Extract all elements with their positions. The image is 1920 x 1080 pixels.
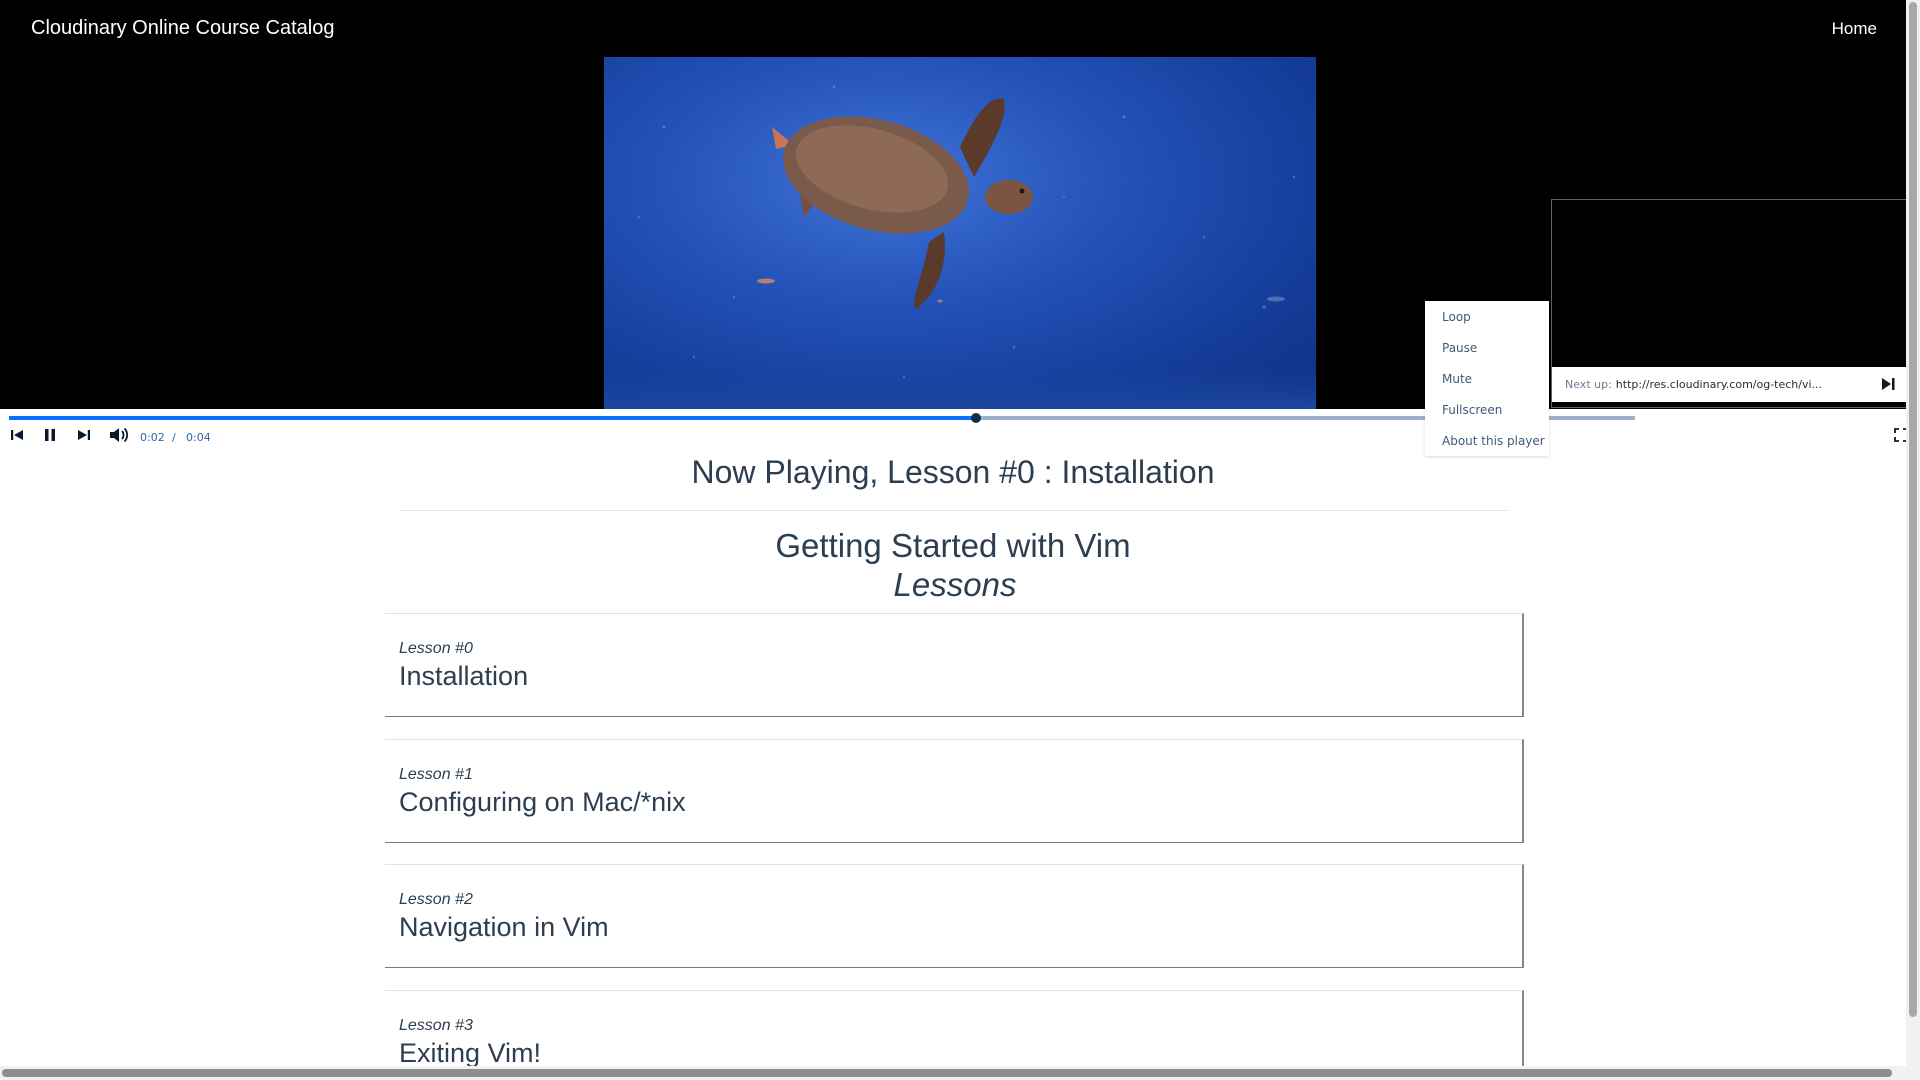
skip-forward-button[interactable]	[73, 427, 95, 447]
next-up-label: Next up:	[1565, 378, 1612, 391]
lesson-title: Navigation in Vim	[399, 912, 609, 942]
pause-button[interactable]	[39, 427, 61, 447]
volume-icon	[109, 426, 129, 449]
video-stage: Cloudinary Online Course Catalog Home Ne…	[0, 0, 1920, 409]
lesson-title: Installation	[399, 661, 529, 691]
context-menu-mute[interactable]: Mute	[1425, 367, 1549, 398]
brand-link[interactable]: Cloudinary Online Course Catalog	[31, 17, 335, 40]
volume-button[interactable]	[108, 427, 130, 447]
vertical-scrollbar-thumb[interactable]	[1909, 2, 1917, 1017]
lesson-title: Exiting Vim!	[399, 1038, 542, 1068]
divider	[400, 510, 1508, 511]
duration: 0:04	[186, 431, 211, 444]
lessons-heading: Lessons	[893, 566, 1017, 603]
next-track-icon[interactable]	[1880, 376, 1896, 395]
skip-forward-icon	[77, 428, 91, 447]
sea-turtle-image	[637, 85, 1296, 379]
course-title: Getting Started with Vim	[775, 527, 1131, 564]
video-frame[interactable]	[604, 57, 1316, 409]
next-up-bar[interactable]: Next up: http://res.cloudinary.com/og-te…	[1552, 367, 1908, 402]
lesson-item[interactable]: Lesson #0 Installation	[385, 613, 1524, 717]
pause-icon	[43, 428, 57, 447]
horizontal-scrollbar-thumb[interactable]	[2, 1069, 1892, 1077]
home-link[interactable]: Home	[1832, 19, 1877, 39]
lesson-item[interactable]: Lesson #1 Configuring on Mac/*nix	[385, 739, 1524, 843]
next-up-url[interactable]: http://res.cloudinary.com/og-tech/vi...	[1616, 378, 1822, 391]
context-menu-pause[interactable]: Pause	[1425, 336, 1549, 367]
vertical-scrollbar[interactable]	[1906, 0, 1920, 1080]
lesson-number: Lesson #3	[399, 1017, 473, 1034]
player-context-menu: Loop Pause Mute Fullscreen About this pl…	[1425, 301, 1549, 456]
player-controls: 0:02 / 0:04	[0, 409, 1920, 454]
lesson-item[interactable]: Lesson #2 Navigation in Vim	[385, 864, 1524, 968]
video-floor-gradient	[604, 369, 1316, 409]
horizontal-scrollbar[interactable]	[0, 1066, 1906, 1080]
now-playing-heading: Now Playing, Lesson #0 : Installation	[691, 454, 1215, 490]
lesson-number: Lesson #1	[399, 766, 473, 783]
progress-bar[interactable]	[9, 413, 1635, 423]
next-up-thumbnail[interactable]	[1552, 200, 1908, 367]
lesson-title: Configuring on Mac/*nix	[399, 787, 686, 817]
context-menu-loop[interactable]: Loop	[1425, 305, 1549, 336]
progress-handle[interactable]	[971, 413, 982, 423]
skip-back-button[interactable]	[6, 427, 28, 447]
lesson-number: Lesson #2	[399, 891, 473, 908]
next-up-panel[interactable]: Next up: http://res.cloudinary.com/og-te…	[1551, 199, 1908, 408]
context-menu-fullscreen[interactable]: Fullscreen	[1425, 398, 1549, 429]
skip-back-icon	[10, 428, 24, 447]
time-separator: /	[172, 431, 176, 444]
current-time: 0:02	[140, 431, 165, 444]
progress-played	[9, 416, 977, 420]
lesson-number: Lesson #0	[399, 640, 473, 657]
